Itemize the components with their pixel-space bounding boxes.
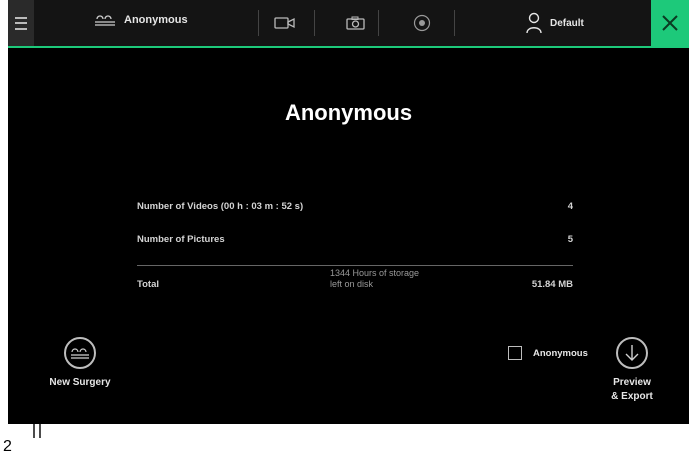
callout-number: 2 [3, 438, 12, 455]
callout-leader-line [33, 349, 63, 438]
